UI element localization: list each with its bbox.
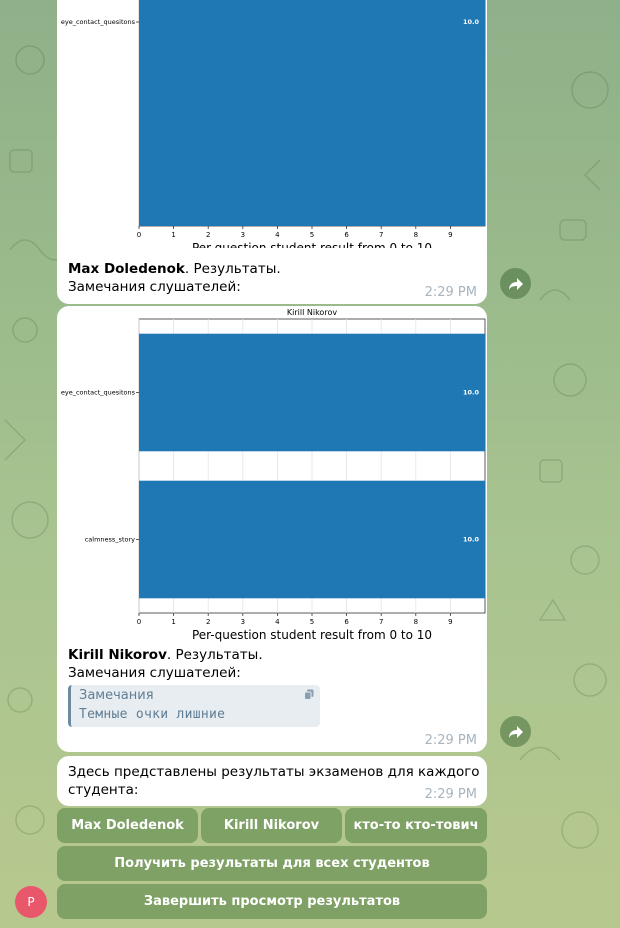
forward-button[interactable]	[500, 268, 531, 299]
x-axis-label: Per-question student result from 0 to 10	[192, 241, 432, 248]
message-time: 2:29 PM	[424, 285, 477, 300]
x-tick-label: 5	[310, 618, 314, 626]
x-tick-label: 0	[137, 618, 141, 626]
data-label: 10.0	[463, 389, 480, 397]
kb-finish-button[interactable]: Завершить просмотр результатов	[57, 884, 487, 919]
x-tick-label: 7	[379, 231, 383, 239]
category-label: eye_contact_quesitons	[61, 18, 136, 26]
result-chart-max: 10.0 eye_contact_quesitons 0 1 2 3 4 5 6 7 8 9 Per-q…	[61, 0, 486, 248]
remarks-quote: Замечания Темные очки лишние	[68, 685, 320, 727]
info-text-line2: студента:	[68, 782, 139, 798]
x-tick-label: 5	[310, 231, 314, 239]
x-tick-label: 1	[171, 231, 175, 239]
x-tick-label: 9	[448, 231, 452, 239]
quote-title: Замечания	[79, 688, 154, 703]
x-tick-label: 7	[379, 618, 383, 626]
x-tick-label: 8	[414, 618, 418, 626]
quote-text: Темные очки лишние	[79, 707, 226, 722]
caption-kirill: Kirill Nikorov. Результаты.	[68, 646, 263, 664]
bar	[139, 333, 485, 452]
x-tick-label: 8	[414, 231, 418, 239]
category-label: calmness_story	[85, 536, 135, 544]
message-time: 2:29 PM	[424, 733, 477, 748]
bar	[139, 480, 485, 599]
kb-all-results-button[interactable]: Получить результаты для всех студентов	[57, 846, 487, 881]
info-text-line1: Здесь представлены результаты экзаменов …	[68, 764, 480, 780]
x-tick-label: 9	[448, 618, 452, 626]
forward-icon	[508, 277, 523, 290]
remarks-label: Замечания слушателей:	[68, 665, 241, 681]
x-tick-label: 4	[275, 231, 280, 239]
message-time: 2:29 PM	[424, 787, 477, 802]
x-tick-label: 0	[137, 231, 141, 239]
kb-student-kirill[interactable]: Kirill Nikorov	[201, 808, 342, 843]
message-bubble-info: Здесь представлены результаты экзаменов …	[57, 756, 487, 806]
caption-results: . Результаты.	[166, 647, 263, 663]
message-bubble-kirill: 10.0 eye_contact_quesitons 10.0 calmness_st…	[57, 306, 487, 752]
chart-title: Kirill Nikorov	[287, 308, 337, 317]
x-tick-label: 3	[241, 618, 245, 626]
x-tick-label: 2	[206, 618, 210, 626]
x-tick-label: 6	[344, 618, 349, 626]
x-axis-label: Per-question student result from 0 to 10	[192, 628, 432, 642]
bar	[139, 0, 485, 226]
caption-student-name: Kirill Nikorov	[68, 647, 167, 663]
caption-student-name: Max Doledenok	[68, 261, 185, 277]
result-chart-kirill: 10.0 eye_contact_quesitons 10.0 calmness_st…	[61, 308, 486, 642]
copy-icon[interactable]	[304, 689, 314, 700]
message-bubble-max: 10.0 eye_contact_quesitons 0 1 2 3 4 5 6 7 8 9 Per-q…	[57, 0, 487, 304]
x-tick-label: 1	[171, 618, 175, 626]
forward-button[interactable]	[500, 716, 531, 747]
forward-icon	[508, 725, 523, 738]
avatar[interactable]: P	[15, 886, 47, 918]
x-tick-label: 3	[241, 231, 245, 239]
kb-student-max[interactable]: Max Doledenok	[57, 808, 198, 843]
x-tick-label: 4	[275, 618, 280, 626]
kb-student-other[interactable]: кто-то кто-тович	[345, 808, 487, 843]
x-tick-label: 2	[206, 231, 210, 239]
data-label: 10.0	[463, 18, 480, 26]
category-label: eye_contact_quesitons	[61, 389, 136, 397]
remarks-label: Замечания слушателей:	[68, 279, 241, 295]
caption-max: Max Doledenok. Результаты.	[68, 260, 281, 278]
data-label: 10.0	[463, 536, 480, 544]
x-tick-label: 6	[344, 231, 349, 239]
caption-results: . Результаты.	[184, 261, 281, 277]
